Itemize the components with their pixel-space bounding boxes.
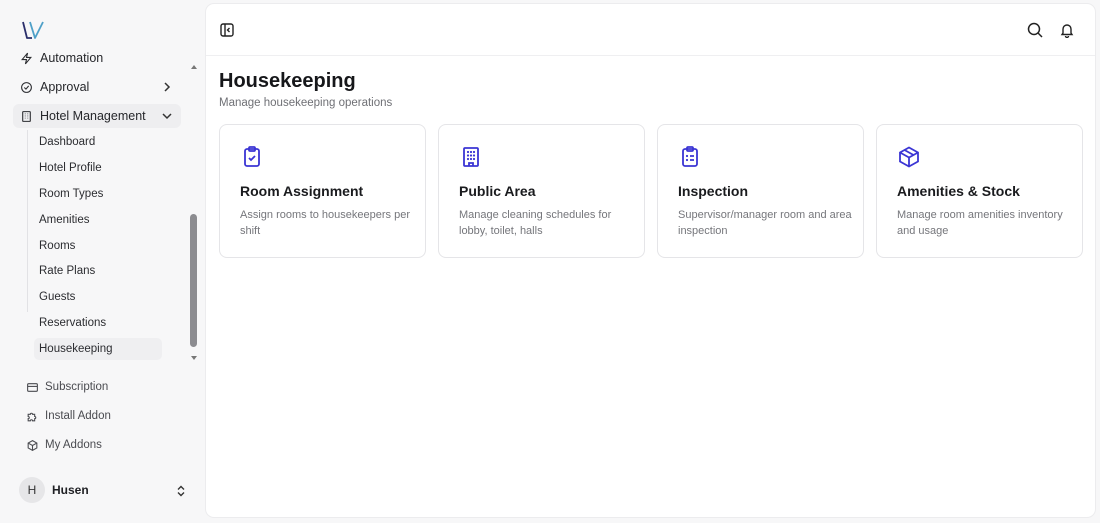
card-title: Public Area bbox=[459, 183, 536, 199]
sidebar-subitem-room-types[interactable]: Room Types bbox=[34, 183, 162, 205]
user-menu[interactable]: H Husen bbox=[19, 477, 189, 503]
sidebar-subitem-label: Room Types bbox=[39, 188, 104, 200]
scroll-up-arrow-icon[interactable] bbox=[190, 58, 198, 69]
sidebar-subitem-label: Dashboard bbox=[39, 136, 96, 148]
sidebar-subitem-reservations[interactable]: Reservations bbox=[34, 312, 162, 334]
user-name: Husen bbox=[52, 483, 89, 497]
sidebar-item-label: My Addons bbox=[45, 439, 102, 451]
sidebar-subitem-rate-plans[interactable]: Rate Plans bbox=[34, 260, 162, 282]
credit-card-icon bbox=[25, 380, 39, 394]
scroll-down-arrow-icon[interactable] bbox=[190, 349, 198, 360]
sidebar-subitem-label: Amenities bbox=[39, 214, 90, 226]
avatar: H bbox=[19, 477, 45, 503]
card-inspection[interactable]: Inspection Supervisor/manager room and a… bbox=[657, 124, 864, 258]
package-icon bbox=[897, 145, 921, 169]
clipboard-list-icon bbox=[678, 145, 702, 169]
package-icon bbox=[25, 438, 39, 452]
chevron-right-icon bbox=[161, 81, 173, 93]
chevron-up-down-icon bbox=[175, 484, 187, 497]
sidebar-item-label: Approval bbox=[40, 80, 90, 94]
submenu-guide-line bbox=[27, 130, 28, 312]
card-description: Manage room amenities inventory and usag… bbox=[897, 209, 1063, 237]
card-description: Assign rooms to housekeepers per shift bbox=[240, 209, 410, 237]
card-title: Amenities & Stock bbox=[897, 183, 1020, 199]
sidebar: Automation Approval Hotel Management Das… bbox=[0, 0, 206, 523]
sidebar-nav: Automation Approval Hotel Management Das… bbox=[0, 48, 206, 362]
sidebar-subitem-label: Rate Plans bbox=[39, 265, 96, 277]
sidebar-subitem-dashboard[interactable]: Dashboard bbox=[34, 131, 162, 153]
search-icon[interactable] bbox=[1027, 22, 1043, 38]
card-title: Room Assignment bbox=[240, 183, 364, 199]
sidebar-item-label: Automation bbox=[40, 51, 104, 65]
page-title: Housekeeping bbox=[219, 70, 356, 92]
sidebar-item-subscription[interactable]: Subscription bbox=[19, 376, 179, 398]
sidebar-subitem-hotel-profile[interactable]: Hotel Profile bbox=[34, 157, 162, 179]
clipboard-check-icon bbox=[240, 145, 264, 169]
sidebar-subitem-label: Guests bbox=[39, 291, 76, 303]
top-bar bbox=[206, 4, 1095, 56]
card-amenities-stock[interactable]: Amenities & Stock Manage room amenities … bbox=[876, 124, 1083, 258]
sidebar-toggle-icon[interactable] bbox=[220, 23, 234, 37]
sidebar-item-approval[interactable]: Approval bbox=[13, 75, 181, 99]
card-title: Inspection bbox=[678, 183, 749, 199]
sidebar-item-my-addons[interactable]: My Addons bbox=[19, 434, 179, 456]
check-circle-icon bbox=[19, 80, 33, 94]
sidebar-subitem-guests[interactable]: Guests bbox=[34, 286, 162, 308]
puzzle-icon bbox=[25, 409, 39, 423]
building-icon bbox=[19, 109, 33, 123]
sidebar-item-install-addon[interactable]: Install Addon bbox=[19, 405, 179, 427]
sidebar-subitem-label: Reservations bbox=[39, 317, 107, 329]
sidebar-scrollbar-thumb[interactable] bbox=[190, 214, 197, 347]
card-description: Supervisor/manager room and area inspect… bbox=[678, 209, 852, 237]
sidebar-subitem-label: Rooms bbox=[39, 240, 76, 252]
page-subtitle: Manage housekeeping operations bbox=[219, 97, 393, 109]
chevron-down-icon bbox=[161, 110, 173, 122]
sidebar-item-automation[interactable]: Automation bbox=[13, 48, 181, 70]
sidebar-item-hotel-management[interactable]: Hotel Management bbox=[13, 104, 181, 128]
lv-logo-icon[interactable] bbox=[21, 20, 45, 40]
card-description: Manage cleaning schedules for lobby, toi… bbox=[459, 209, 612, 237]
card-public-area[interactable]: Public Area Manage cleaning schedules fo… bbox=[438, 124, 645, 258]
sidebar-subitem-amenities[interactable]: Amenities bbox=[34, 209, 162, 231]
automation-icon bbox=[19, 51, 33, 65]
sidebar-subitem-label: Housekeeping bbox=[39, 343, 113, 355]
sidebar-item-label: Hotel Management bbox=[40, 109, 146, 123]
sidebar-item-label: Install Addon bbox=[45, 410, 111, 422]
sidebar-subitem-housekeeping[interactable]: Housekeeping bbox=[34, 338, 162, 360]
building-icon bbox=[459, 145, 483, 169]
sidebar-subitem-label: Hotel Profile bbox=[39, 162, 102, 174]
bell-icon[interactable] bbox=[1059, 22, 1075, 39]
main-panel: Housekeeping Manage housekeeping operati… bbox=[206, 4, 1095, 517]
card-room-assignment[interactable]: Room Assignment Assign rooms to housekee… bbox=[219, 124, 426, 258]
sidebar-item-label: Subscription bbox=[45, 381, 109, 393]
sidebar-subitem-rooms[interactable]: Rooms bbox=[34, 235, 162, 257]
